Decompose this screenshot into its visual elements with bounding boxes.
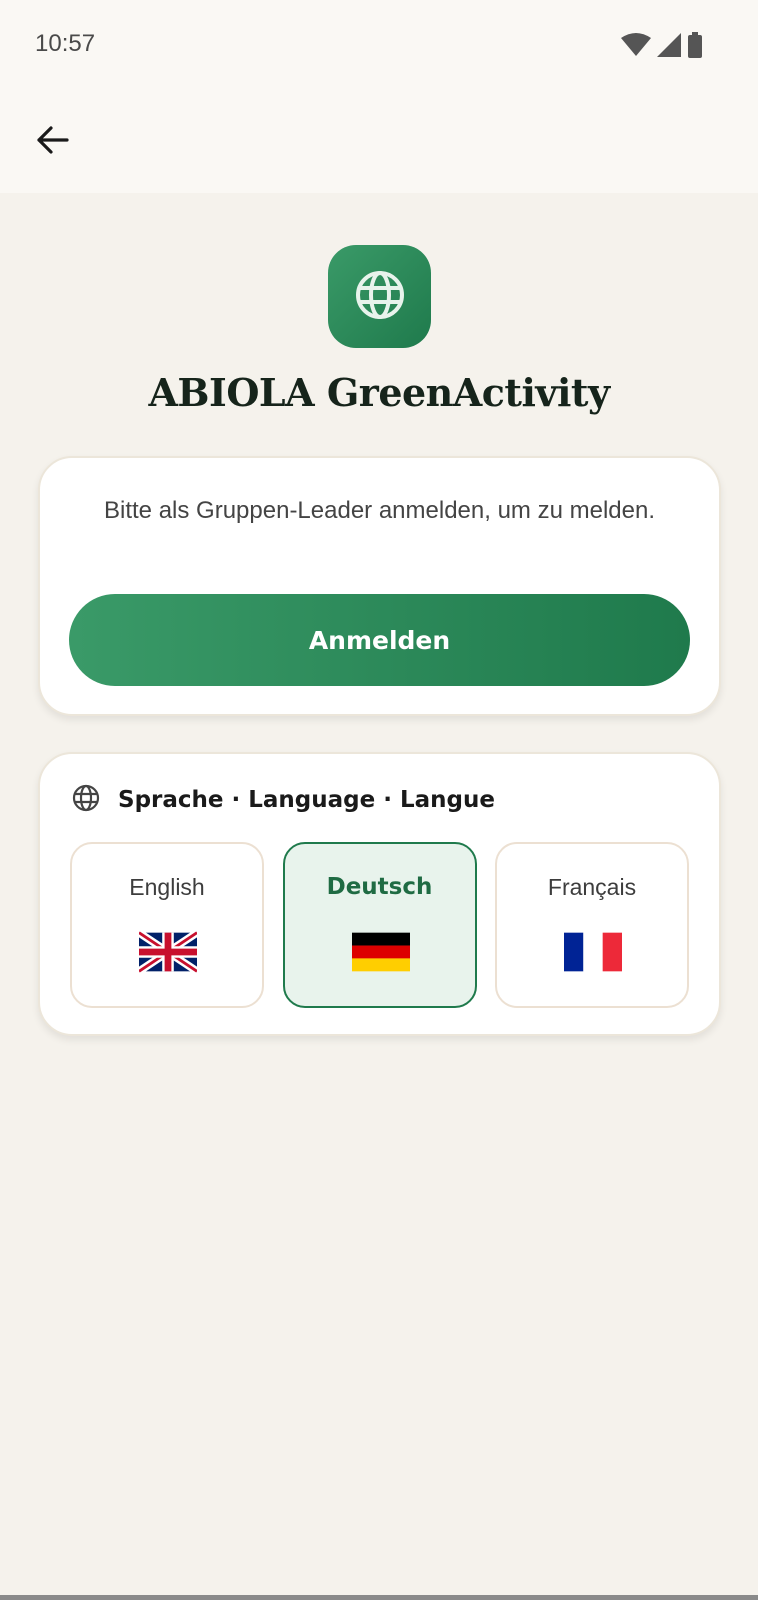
language-option-english[interactable]: English [70,842,264,1008]
back-button[interactable] [25,115,79,169]
status-time: 10:57 [35,30,96,57]
login-button[interactable]: Anmelden [69,594,690,686]
top-app-bar [0,90,758,193]
language-card: Sprache · Language · Langue English Deut… [38,752,721,1036]
language-header: Sprache · Language · Langue [72,784,495,816]
uk-flag-icon [139,930,197,974]
login-card: Bitte als Gruppen-Leader anmelden, um zu… [38,456,721,716]
language-option-label: English [129,874,205,900]
wifi-icon [621,33,651,61]
german-flag-icon [351,932,410,972]
app-title: ABIOLA GreenActivity [148,370,610,415]
language-option-label: Français [547,874,637,900]
navigation-handle [0,1595,758,1600]
globe-icon [72,784,100,816]
status-bar: 10:57 [0,0,758,90]
language-option-label: Deutsch [326,874,433,900]
status-icons [621,32,703,62]
language-option-deutsch[interactable]: Deutsch [282,842,477,1008]
app-logo [328,245,431,348]
french-flag-icon [564,932,622,972]
login-message: Bitte als Gruppen-Leader anmelden, um zu… [104,497,655,524]
arrow-left-icon [35,125,69,159]
globe-icon [354,269,406,325]
language-header-label: Sprache · Language · Langue [118,787,495,813]
language-option-francais[interactable]: Français [495,842,689,1008]
signal-icon [657,33,681,61]
battery-icon [687,32,703,62]
language-options: English Deutsch Français [70,842,689,1008]
